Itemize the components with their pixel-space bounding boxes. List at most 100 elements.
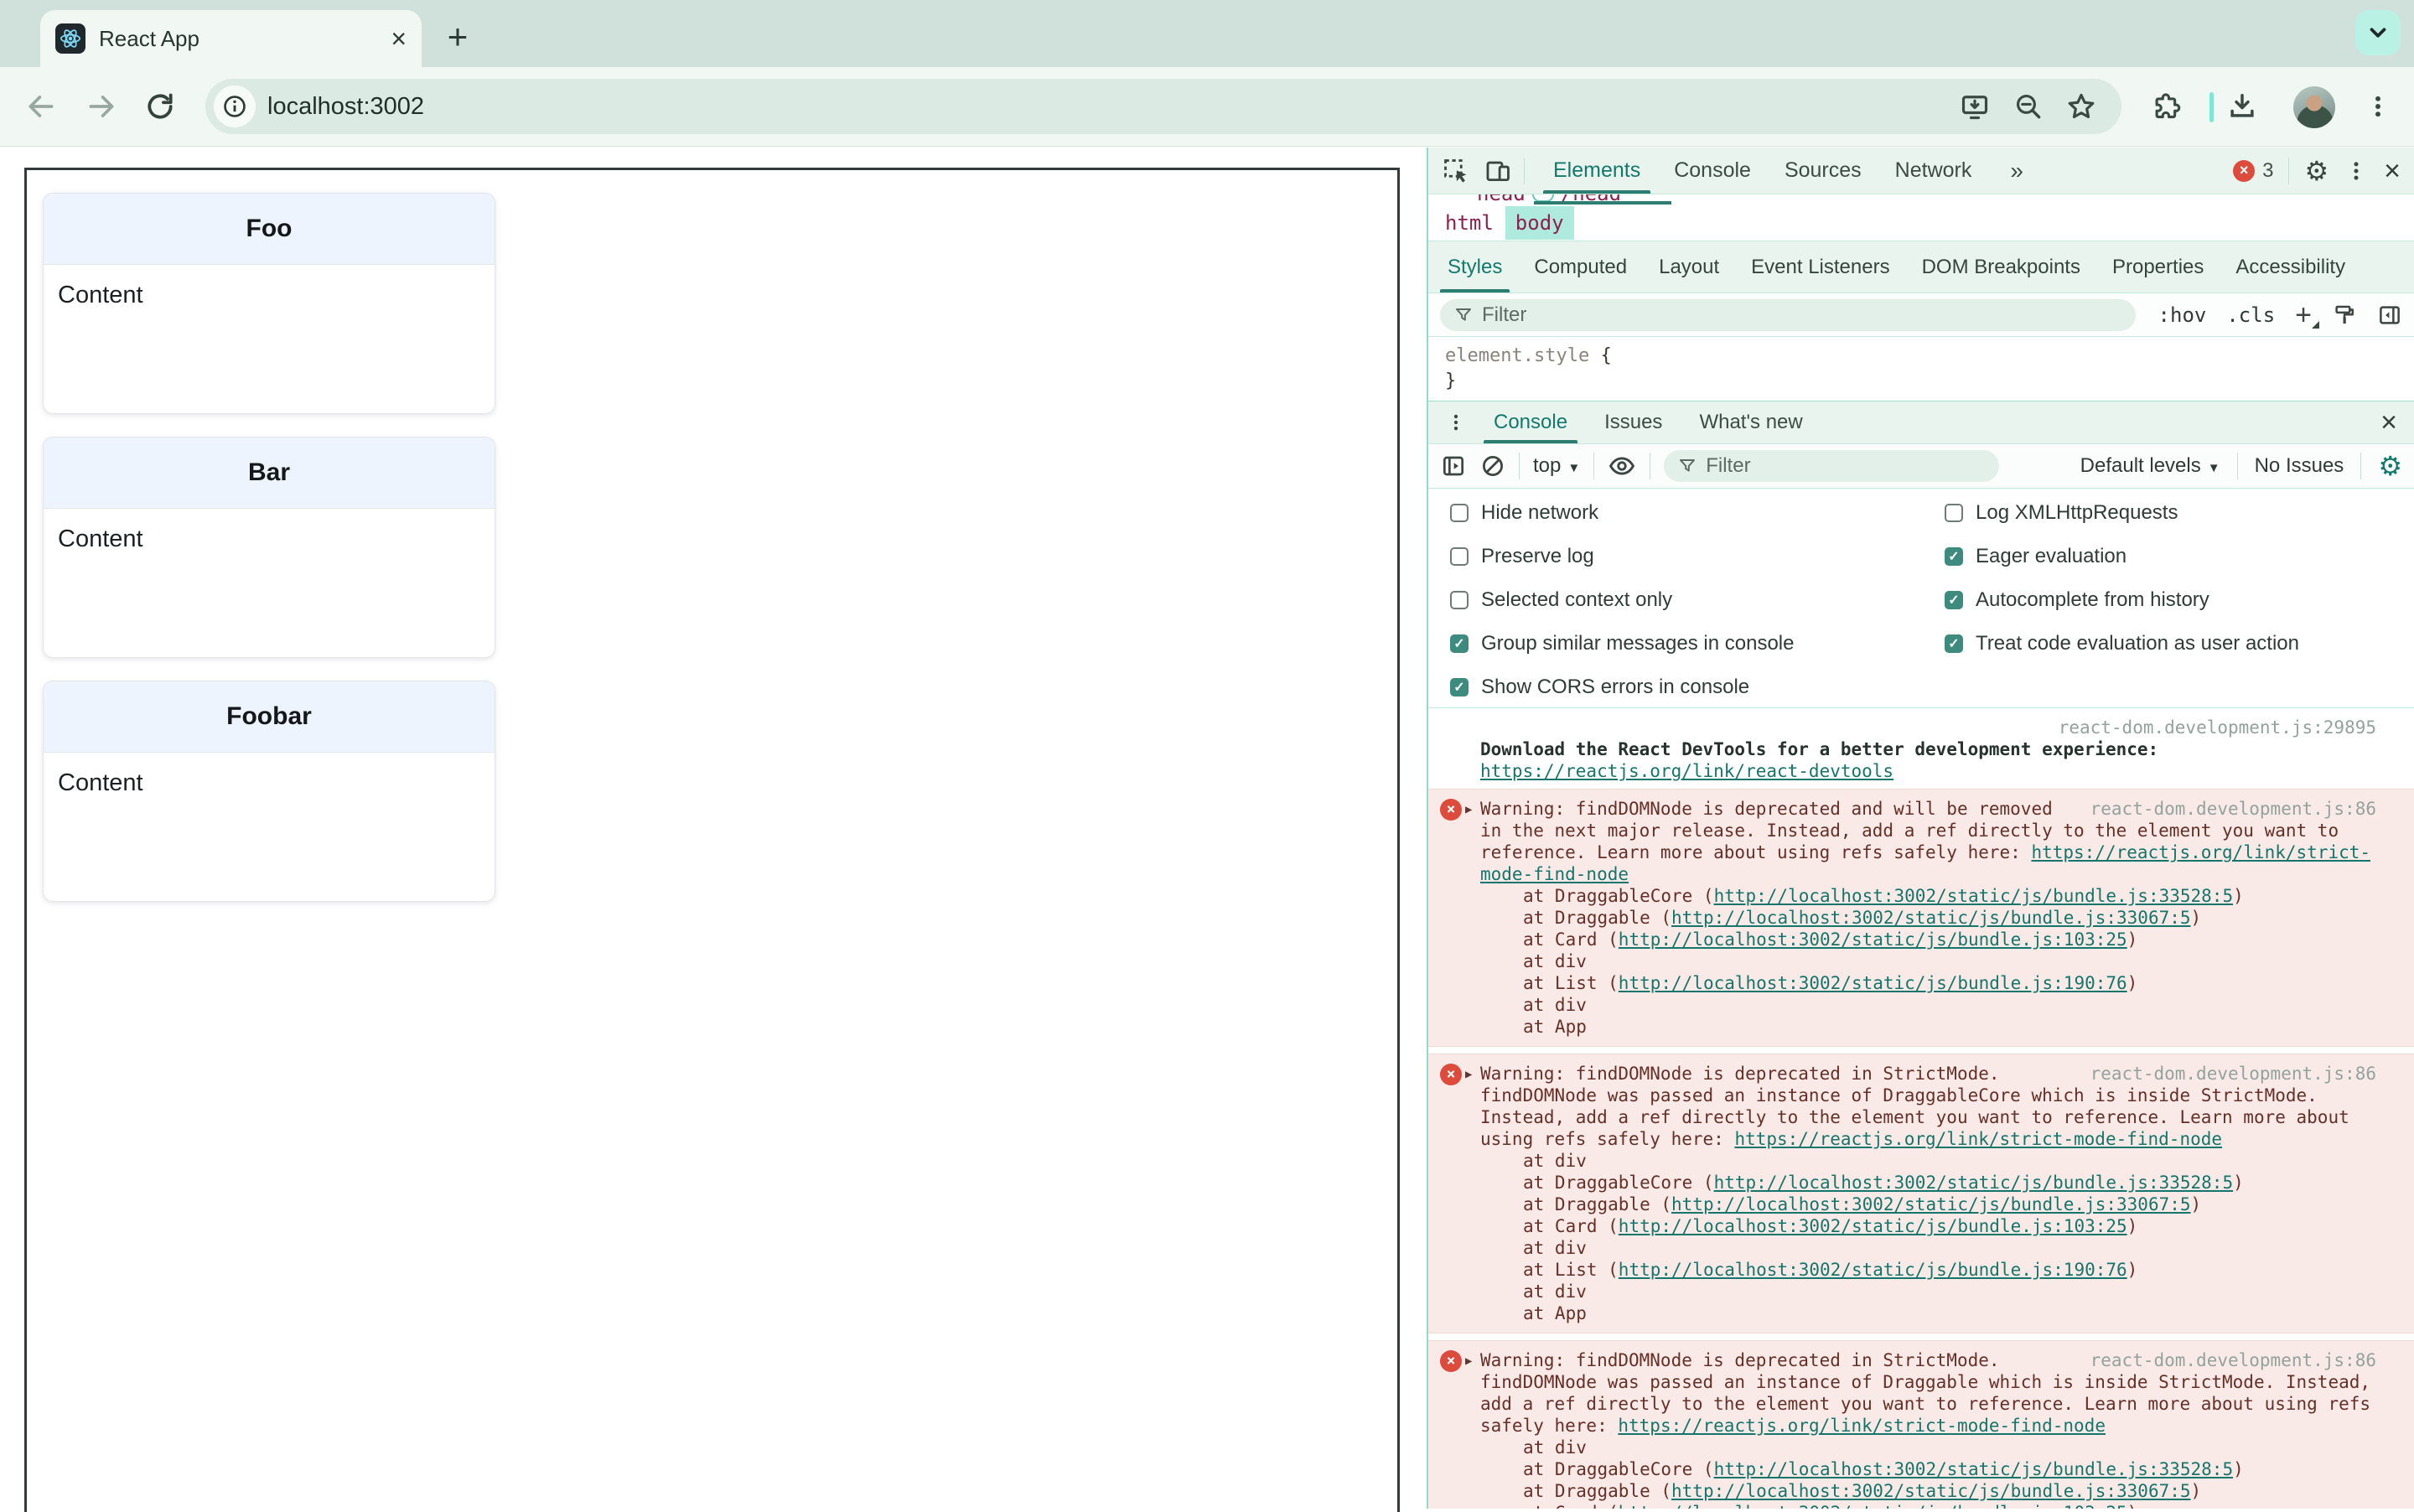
drawer-tab-issues[interactable]: Issues bbox=[1586, 401, 1681, 443]
stack-frame-link[interactable]: http://localhost:3002/static/js/bundle.j… bbox=[1619, 1260, 2127, 1280]
breadcrumb-html[interactable]: html bbox=[1435, 206, 1504, 240]
dom-tree-clipped-row[interactable]: head/head bbox=[1428, 194, 2414, 205]
stack-frame-link[interactable]: http://localhost:3002/static/js/bundle.j… bbox=[1619, 973, 2127, 993]
settings-checkbox-row[interactable]: ✓ Group similar messages in console bbox=[1450, 631, 1795, 656]
draggable-card[interactable]: Bar Content bbox=[43, 437, 495, 658]
source-location-link[interactable]: react-dom.development.js:86 bbox=[2090, 798, 2376, 820]
install-app-icon[interactable] bbox=[1960, 91, 1990, 122]
settings-checkbox-row[interactable]: Selected context only bbox=[1450, 588, 1795, 613]
console-link[interactable]: https://reactjs.org/link/strict-mode-fin… bbox=[1618, 1416, 2106, 1436]
checkbox[interactable]: ✓ bbox=[1945, 591, 1963, 609]
error-badge[interactable]: × 3 bbox=[2233, 159, 2273, 183]
tab-sources[interactable]: Sources bbox=[1768, 148, 1878, 194]
browser-menu-kebab-icon[interactable] bbox=[2364, 92, 2392, 121]
source-location-link[interactable]: react-dom.development.js:86 bbox=[2090, 1063, 2376, 1085]
live-expression-eye-icon[interactable] bbox=[1608, 452, 1636, 480]
element-style-rule[interactable]: element.style { } bbox=[1428, 337, 2414, 401]
toggle-hover-state-button[interactable]: :hov bbox=[2158, 303, 2207, 327]
card-header[interactable]: Foo bbox=[44, 194, 495, 265]
profile-avatar[interactable] bbox=[2293, 86, 2335, 128]
stack-frame-link[interactable]: http://localhost:3002/static/js/bundle.j… bbox=[1619, 929, 2127, 950]
devtools-close-icon[interactable]: × bbox=[2384, 157, 2401, 185]
tab-close-icon[interactable]: × bbox=[391, 25, 407, 52]
settings-checkbox-row[interactable]: ✓ Autocomplete from history bbox=[1945, 588, 2299, 613]
settings-checkbox-row[interactable]: ✓ Show CORS errors in console bbox=[1450, 675, 1795, 700]
checkbox[interactable] bbox=[1450, 504, 1469, 522]
devtools-settings-gear-icon[interactable]: ⚙ bbox=[2304, 158, 2329, 184]
drawer-close-icon[interactable]: × bbox=[2380, 408, 2414, 437]
checkbox[interactable]: ✓ bbox=[1945, 547, 1963, 566]
dock-sidebar-icon[interactable] bbox=[2377, 303, 2402, 328]
styles-tab-styles[interactable]: Styles bbox=[1432, 241, 1518, 293]
clear-console-icon[interactable] bbox=[1480, 453, 1505, 479]
settings-checkbox-row[interactable]: Hide network bbox=[1450, 500, 1795, 526]
zoom-out-icon[interactable] bbox=[2013, 91, 2044, 122]
settings-checkbox-row[interactable]: ✓ Eager evaluation bbox=[1945, 544, 2299, 569]
log-levels-dropdown[interactable]: Default levels▼ bbox=[2080, 454, 2220, 478]
tab-console[interactable]: Console bbox=[1657, 148, 1768, 194]
styles-tab-event-listeners[interactable]: Event Listeners bbox=[1735, 241, 1905, 293]
stack-frame-link[interactable]: http://localhost:3002/static/js/bundle.j… bbox=[1671, 1481, 2191, 1501]
source-location-link[interactable]: react-dom.development.js:29895 bbox=[2059, 717, 2376, 738]
issues-count[interactable]: No Issues bbox=[2255, 454, 2344, 478]
console-link[interactable]: https://reactjs.org/link/react-devtools bbox=[1480, 761, 1893, 781]
stack-frame-link[interactable]: http://localhost:3002/static/js/bundle.j… bbox=[1714, 886, 2234, 906]
checkbox[interactable]: ✓ bbox=[1450, 634, 1469, 653]
draggable-card[interactable]: Foo Content bbox=[43, 193, 495, 414]
checkbox[interactable]: ✓ bbox=[1945, 634, 1963, 653]
back-icon[interactable] bbox=[25, 91, 57, 122]
checkbox[interactable] bbox=[1450, 591, 1469, 609]
drawer-tab-what-s-new[interactable]: What's new bbox=[1681, 401, 1821, 443]
tab-network[interactable]: Network bbox=[1878, 148, 1989, 194]
more-tabs-chevrons[interactable]: » bbox=[1993, 148, 2040, 194]
forward-icon[interactable] bbox=[85, 91, 117, 122]
paint-roller-icon[interactable] bbox=[2332, 303, 2357, 328]
styles-tab-layout[interactable]: Layout bbox=[1643, 241, 1735, 293]
console-filter-input[interactable]: Filter bbox=[1664, 450, 1999, 482]
expand-caret-icon[interactable]: ▶ bbox=[1465, 1350, 1472, 1372]
settings-checkbox-row[interactable]: Log XMLHttpRequests bbox=[1945, 500, 2299, 526]
inspect-element-icon[interactable] bbox=[1442, 157, 1470, 185]
styles-tab-computed[interactable]: Computed bbox=[1518, 241, 1643, 293]
styles-tab-accessibility[interactable]: Accessibility bbox=[2220, 241, 2361, 293]
browser-tab-react-app[interactable]: React App × bbox=[40, 10, 422, 67]
styles-filter-input[interactable]: Filter bbox=[1440, 299, 2136, 331]
stack-frame-link[interactable]: http://localhost:3002/static/js/bundle.j… bbox=[1671, 908, 2191, 928]
expand-caret-icon[interactable]: ▶ bbox=[1465, 1064, 1472, 1085]
toggle-classes-button[interactable]: .cls bbox=[2226, 303, 2275, 327]
settings-checkbox-row[interactable]: Preserve log bbox=[1450, 544, 1795, 569]
console-link[interactable]: https://reactjs.org/link/strict-mode-fin… bbox=[1734, 1129, 2222, 1149]
reload-icon[interactable] bbox=[144, 91, 176, 122]
console-sidebar-toggle-icon[interactable] bbox=[1440, 453, 1467, 479]
new-style-rule-icon[interactable]: + bbox=[2295, 301, 2312, 329]
tab-search-chevron-button[interactable] bbox=[2355, 10, 2401, 55]
drawer-kebab-icon[interactable] bbox=[1437, 412, 1475, 433]
url-bar[interactable]: localhost:3002 bbox=[205, 79, 2121, 134]
source-location-link[interactable]: react-dom.development.js:86 bbox=[2090, 1349, 2376, 1371]
expand-caret-icon[interactable]: ▶ bbox=[1465, 799, 1472, 821]
bookmark-star-icon[interactable] bbox=[2065, 91, 2097, 122]
settings-checkbox-row[interactable]: ✓ Treat code evaluation as user action bbox=[1945, 631, 2299, 656]
styles-tab-properties[interactable]: Properties bbox=[2096, 241, 2220, 293]
stack-frame-link[interactable]: http://localhost:3002/static/js/bundle.j… bbox=[1671, 1194, 2191, 1214]
extensions-puzzle-icon[interactable] bbox=[2151, 91, 2183, 122]
context-selector[interactable]: top▼ bbox=[1533, 454, 1580, 478]
card-header[interactable]: Bar bbox=[44, 438, 495, 509]
new-tab-button[interactable]: + bbox=[438, 17, 478, 57]
devtools-menu-kebab-icon[interactable] bbox=[2344, 158, 2369, 184]
device-toolbar-icon[interactable] bbox=[1484, 157, 1512, 185]
console-settings-gear-icon[interactable]: ⚙ bbox=[2378, 453, 2402, 479]
drawer-tab-console[interactable]: Console bbox=[1475, 401, 1586, 443]
checkbox[interactable] bbox=[1945, 504, 1963, 522]
draggable-card[interactable]: Foobar Content bbox=[43, 681, 495, 902]
checkbox[interactable]: ✓ bbox=[1450, 678, 1469, 696]
checkbox[interactable] bbox=[1450, 547, 1469, 566]
tab-elements[interactable]: Elements bbox=[1536, 148, 1657, 194]
stack-frame-link[interactable]: http://localhost:3002/static/js/bundle.j… bbox=[1619, 1503, 2127, 1509]
stack-frame-link[interactable]: http://localhost:3002/static/js/bundle.j… bbox=[1714, 1173, 2234, 1193]
stack-frame-link[interactable]: http://localhost:3002/static/js/bundle.j… bbox=[1714, 1459, 2234, 1479]
breadcrumb-body[interactable]: body bbox=[1505, 206, 1574, 240]
styles-tab-dom-breakpoints[interactable]: DOM Breakpoints bbox=[1906, 241, 2096, 293]
card-header[interactable]: Foobar bbox=[44, 681, 495, 753]
site-info-icon[interactable] bbox=[214, 85, 256, 127]
